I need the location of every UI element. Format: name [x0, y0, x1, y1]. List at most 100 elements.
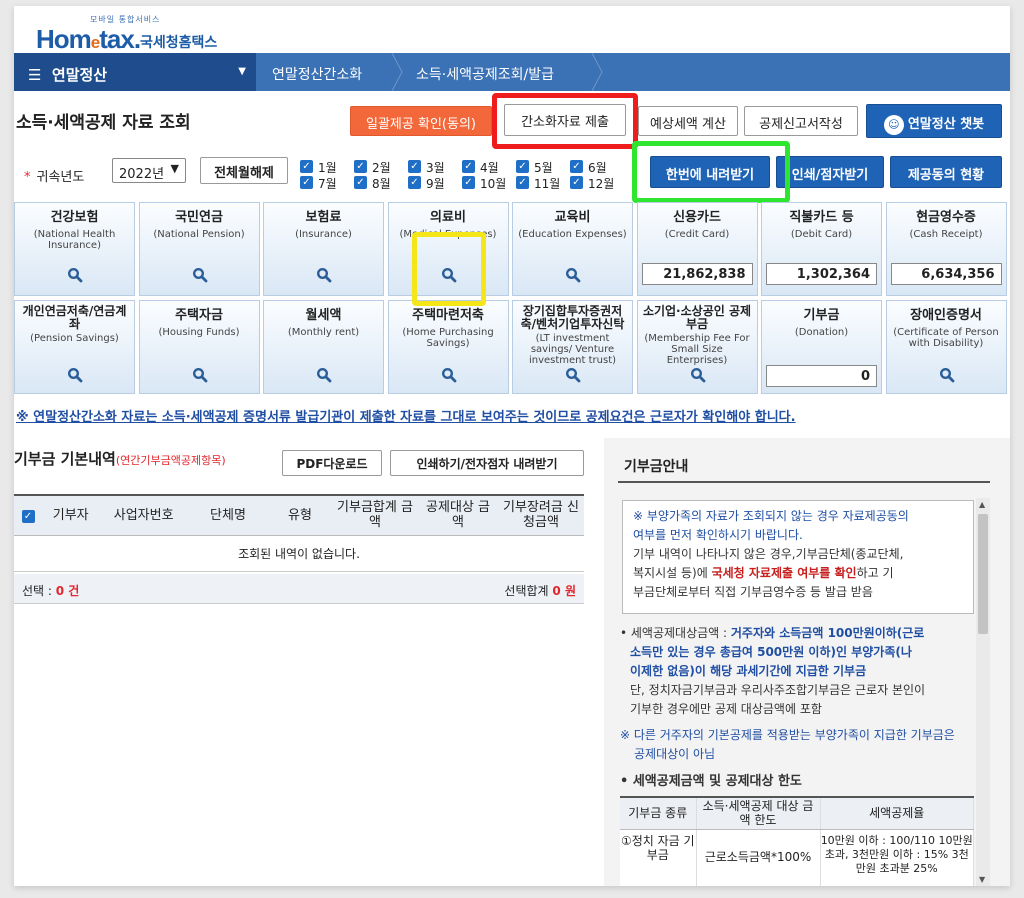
deduction-tile[interactable]: 의료비 (Medical Expenses): [387, 202, 509, 296]
magnifier-icon[interactable]: [441, 367, 457, 383]
month-checkbox-7[interactable]: ✓: [300, 176, 313, 189]
deduction-tile[interactable]: 기부금 (Donation) 0: [761, 300, 882, 394]
tile-amount: 21,862,838: [641, 263, 753, 285]
month-checkbox-3[interactable]: ✓: [408, 160, 421, 173]
deduction-tile[interactable]: 건강보험 (National Health Insurance): [14, 202, 135, 296]
donation-table: ✓ 기부자 사업자번호 단체명 유형 기부금합계 금액 공제대상 금액 기부장려…: [14, 494, 584, 572]
month-label: 9월: [426, 177, 445, 191]
col-limit: 소득·세액공제 대상 금액 한도: [696, 796, 821, 830]
tile-amount: 1,302,364: [766, 263, 877, 285]
tile-title: 개인연금저축/연금계좌: [22, 304, 127, 331]
col-donation-type: 기부금 종류: [620, 796, 697, 830]
deduction-tile[interactable]: 보험료 (Insurance): [263, 202, 384, 296]
col-rate: 세액공제율: [820, 796, 974, 830]
magnifier-icon[interactable]: [316, 367, 332, 383]
deduction-tile[interactable]: 주택자금 (Housing Funds): [138, 300, 260, 394]
estimate-tax-button[interactable]: 예상세액 계산: [638, 106, 738, 136]
month-checkbox-5[interactable]: ✓: [516, 160, 529, 173]
tile-title: 주택마련저축: [412, 308, 484, 323]
magnifier-icon[interactable]: [441, 267, 457, 283]
col-type: 유형: [268, 494, 332, 536]
provision-status-button[interactable]: 제공동의 현황: [890, 156, 1002, 188]
deduction-tile[interactable]: 신용카드 (Credit Card) 21,862,838: [636, 202, 758, 296]
selected-label: 선택 :: [22, 584, 52, 598]
total-value: 0 원: [552, 584, 576, 598]
deduction-tile[interactable]: 교육비 (Education Expenses): [512, 202, 633, 296]
col-deductible-amount: 공제대상 금액: [418, 494, 498, 536]
month-checkbox-4[interactable]: ✓: [462, 160, 475, 173]
tile-subtitle: (Cash Receipt): [909, 229, 983, 240]
deduction-tile[interactable]: 주택마련저축 (Home Purchasing Savings): [387, 300, 509, 394]
tile-title: 월세액: [305, 308, 342, 323]
month-checkbox-1[interactable]: ✓: [300, 160, 313, 173]
bulk-confirm-button[interactable]: 일괄제공 확인(동의): [350, 106, 492, 136]
scroll-up-icon[interactable]: ▲: [979, 500, 985, 509]
deduction-tile[interactable]: 소기업·소상공인 공제부금 (Membership Fee For Small S…: [636, 300, 758, 394]
deduction-tile[interactable]: 월세액 (Monthly rent): [263, 300, 384, 394]
cell-limit: 근로소득금액*100%: [696, 829, 821, 886]
scrollbar-thumb[interactable]: [978, 514, 988, 634]
guide-scrollbar[interactable]: ▲ ▼: [976, 498, 990, 886]
deduction-tile[interactable]: 개인연금저축/연금계좌 (Pension Savings): [14, 300, 135, 394]
deduction-tile[interactable]: 현금영수증 (Cash Receipt) 6,634,356: [885, 202, 1007, 296]
tile-title: 현금영수증: [916, 210, 976, 225]
submit-simplified-button[interactable]: 간소화자료 제출: [504, 104, 626, 136]
magnifier-icon[interactable]: [192, 367, 208, 383]
pdf-download-button[interactable]: PDF다운로드: [282, 450, 382, 476]
col-biz-no: 사업자번호: [99, 494, 188, 536]
deduction-tile[interactable]: 장애인증명서 (Certificate of Person with Disabi…: [885, 300, 1007, 394]
tile-title: 주택자금: [175, 308, 223, 323]
nav-menu-year-end[interactable]: ☰ 연말정산 ▼: [14, 53, 256, 91]
guide-deduction-target: • 세액공제대상금액 : 거주자와 소득금액 100만원이하(근로 소득만 있는…: [620, 626, 926, 716]
month-label: 6월: [588, 161, 607, 175]
breadcrumb-simplified[interactable]: 연말정산간소화: [272, 53, 362, 91]
hometax-logo[interactable]: 모바일 통합서비스 Hometax. 국세청홈택스: [24, 12, 324, 54]
deduction-notice[interactable]: ※ 연말정산간소화 자료는 소득·세액공제 증명서류 발급기관이 제출한 자료를…: [16, 406, 796, 425]
tile-amount: 0: [766, 365, 877, 387]
month-checkbox-6[interactable]: ✓: [570, 160, 583, 173]
deduction-tile[interactable]: 국민연금 (National Pension): [138, 202, 260, 296]
month-checkbox-12[interactable]: ✓: [570, 176, 583, 189]
month-label: 11월: [534, 177, 561, 191]
selected-count: 0 건: [55, 584, 80, 598]
col-total-amount: 기부금합계 금액: [332, 494, 418, 536]
magnifier-icon[interactable]: [316, 267, 332, 283]
breadcrumb-deduction-inquiry[interactable]: 소득·세액공제조회/발급: [416, 53, 554, 91]
tile-subtitle: (Home Purchasing Savings): [402, 327, 494, 349]
month-label: 12월: [588, 177, 615, 191]
clear-all-months-button[interactable]: 전체월해제: [200, 157, 288, 184]
month-checkbox-8[interactable]: ✓: [354, 176, 367, 189]
magnifier-icon[interactable]: [67, 367, 83, 383]
tile-subtitle: (National Pension): [153, 229, 245, 240]
tile-amount: 6,634,356: [890, 263, 1002, 285]
month-checkbox-10[interactable]: ✓: [462, 176, 475, 189]
chatbot-button[interactable]: ☺ 연말정산 챗봇: [866, 104, 1002, 138]
month-checkbox-9[interactable]: ✓: [408, 176, 421, 189]
month-label: 2월: [372, 161, 391, 175]
month-checkbox-11[interactable]: ✓: [516, 176, 529, 189]
hamburger-icon: ☰: [28, 66, 42, 84]
tile-title: 교육비: [554, 210, 591, 225]
magnifier-icon[interactable]: [690, 367, 706, 383]
col-incentive-amount: 기부장려금 신청금액: [498, 494, 584, 536]
magnifier-icon[interactable]: [565, 367, 581, 383]
deduction-form-button[interactable]: 공제신고서작성: [744, 106, 858, 136]
month-checkbox-2[interactable]: ✓: [354, 160, 367, 173]
tile-subtitle: (Medical Expenses): [399, 229, 497, 240]
print-braille-button[interactable]: 인쇄하기/전자점자 내려받기: [390, 450, 584, 476]
month-label: 7월: [318, 177, 337, 191]
print-download-button[interactable]: 인쇄/점자받기: [776, 156, 884, 188]
magnifier-icon[interactable]: [192, 267, 208, 283]
magnifier-icon[interactable]: [565, 267, 581, 283]
tile-subtitle: (Donation): [794, 327, 849, 338]
month-label: 5월: [534, 161, 553, 175]
tile-subtitle: (Education Expenses): [518, 229, 627, 240]
download-all-button[interactable]: 한번에 내려받기: [650, 156, 770, 188]
magnifier-icon[interactable]: [67, 267, 83, 283]
magnifier-icon[interactable]: [939, 367, 955, 383]
deduction-tile[interactable]: 직불카드 등 (Debit Card) 1,302,364: [761, 202, 882, 296]
deduction-tile[interactable]: 장기집합투자증권저축/벤처기업투자신탁 (LT investment saving…: [512, 300, 633, 394]
year-select[interactable]: 2022년 ▼: [112, 158, 186, 183]
scroll-down-icon[interactable]: ▼: [979, 875, 985, 884]
select-all-checkbox[interactable]: ✓: [14, 494, 42, 536]
